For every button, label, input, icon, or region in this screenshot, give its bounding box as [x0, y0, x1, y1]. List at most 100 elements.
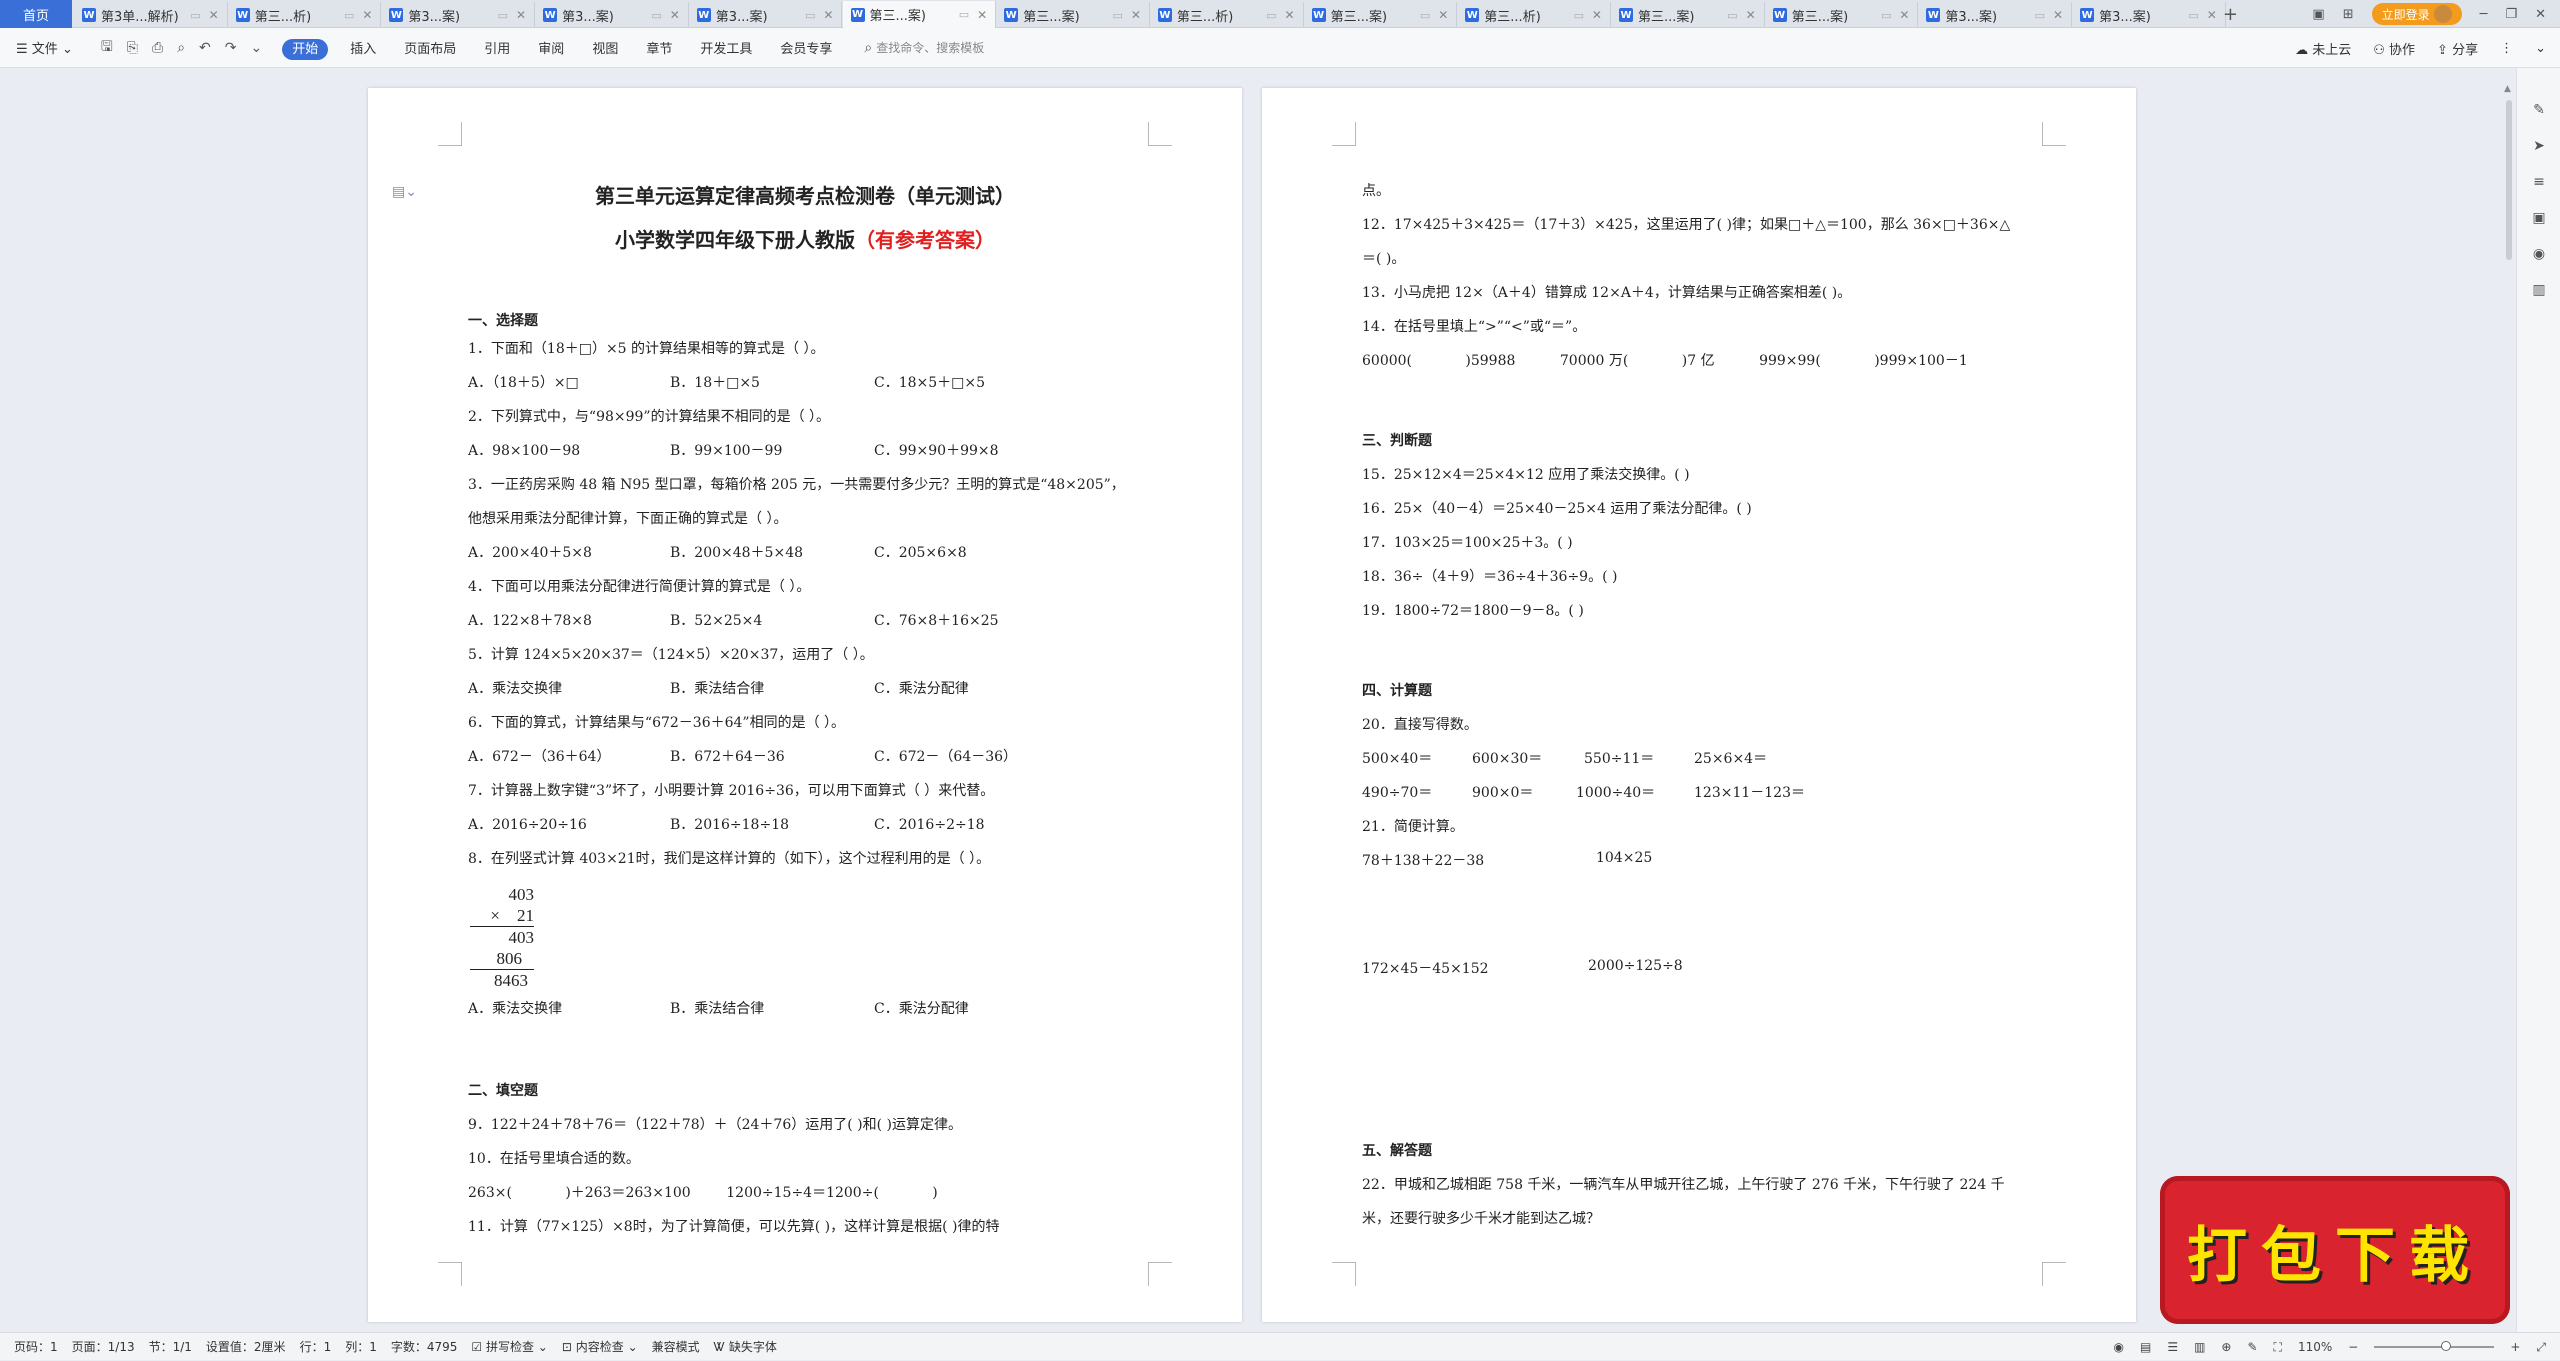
document-tab[interactable]: W 第三...析) ▭ ✕ [228, 2, 382, 28]
share-button[interactable]: ⇪ 分享 [2437, 39, 2478, 58]
close-window-icon[interactable]: ✕ [2535, 7, 2546, 22]
document-tab[interactable]: W 第3单...解析) ▭ ✕ [74, 2, 228, 28]
undo-icon[interactable]: ↶ [199, 40, 211, 56]
cursor-icon[interactable]: ➤ [2531, 138, 2547, 154]
tab-cloud-icon[interactable]: ▭ [1574, 9, 1584, 22]
document-tab[interactable]: W 第三...案) ▭ ✕ [996, 2, 1150, 28]
fit-icon[interactable]: ⛶ [2274, 1340, 2282, 1355]
tab-close-icon[interactable]: ✕ [1131, 8, 1141, 22]
tab-cloud-icon[interactable]: ▭ [1881, 9, 1891, 22]
tab-cloud-icon[interactable]: ▭ [1420, 9, 1430, 22]
tab-close-icon[interactable]: ✕ [1746, 8, 1756, 22]
eye-icon[interactable]: ◉ [2113, 1340, 2123, 1354]
new-tab-button[interactable]: + [2223, 4, 2238, 25]
tab-close-icon[interactable]: ✕ [1285, 8, 1295, 22]
print-icon[interactable]: ⎙ [152, 40, 163, 56]
tab-cloud-icon[interactable]: ▭ [344, 9, 354, 22]
document-tab[interactable]: W 第3...案) ▭ ✕ [535, 2, 689, 28]
zoom-level[interactable]: 110% [2298, 1340, 2332, 1354]
document-page-2[interactable]: 点。 12．17×425＋3×425＝（17＋3）×425，这里运用了( )律；… [1262, 88, 2136, 1322]
tab-cloud-icon[interactable]: ▭ [651, 9, 661, 22]
collapse-ribbon-icon[interactable]: ⌄ [2535, 41, 2546, 56]
book-icon[interactable]: ▥ [2531, 282, 2547, 298]
status-words[interactable]: 字数：4795 [391, 1338, 458, 1355]
tab-close-icon[interactable]: ✕ [977, 8, 987, 22]
ribbon-tab[interactable]: 审阅 [538, 42, 564, 57]
page-view-icon[interactable]: ▤ [2140, 1340, 2151, 1354]
restore-icon[interactable]: ❐ [2505, 7, 2517, 22]
more-options-icon[interactable]: ⋮ [2500, 41, 2513, 56]
scrollbar-thumb[interactable] [2506, 100, 2512, 260]
tab-close-icon[interactable]: ✕ [516, 8, 526, 22]
cloud-status[interactable]: ☁ 未上云 [2295, 39, 2351, 58]
read-view-icon[interactable]: ▥ [2194, 1340, 2205, 1354]
outline-view-icon[interactable]: ☰ [2167, 1340, 2178, 1354]
ribbon-tab[interactable]: 引用 [484, 42, 510, 57]
tab-cloud-icon[interactable]: ▭ [959, 8, 969, 21]
tab-close-icon[interactable]: ✕ [362, 8, 372, 22]
location-icon[interactable]: ◉ [2531, 246, 2547, 262]
document-tab[interactable]: W 第3...案) ▭ ✕ [1918, 2, 2073, 28]
document-tab[interactable]: W 第三...析) ▭ ✕ [1150, 2, 1304, 28]
window-count-icon[interactable]: ▣ [2312, 7, 2324, 22]
image-icon[interactable]: ▣ [2531, 210, 2547, 226]
spell-check-toggle[interactable]: ☑ 拼写检查 ⌄ [471, 1338, 547, 1355]
tab-close-icon[interactable]: ✕ [2053, 8, 2063, 22]
missing-font-button[interactable]: Ꮤ 缺失字体 [714, 1338, 777, 1355]
write-view-icon[interactable]: ✎ [2247, 1340, 2257, 1354]
document-tab[interactable]: W 第3...案) ▭ ✕ [689, 2, 843, 28]
zoom-slider[interactable] [2374, 1341, 2495, 1351]
scroll-up-icon[interactable]: ▲ [2504, 84, 2511, 94]
tab-close-icon[interactable]: ✕ [209, 8, 219, 22]
ribbon-tab[interactable]: 开始 [282, 39, 329, 60]
document-tab[interactable]: W 第三...案) ▭ ✕ [1765, 2, 1919, 28]
tab-cloud-icon[interactable]: ▭ [498, 9, 508, 22]
tab-close-icon[interactable]: ✕ [1438, 8, 1448, 22]
document-tab[interactable]: W 第3...案) ▭ ✕ [2072, 2, 2226, 28]
tab-close-icon[interactable]: ✕ [2207, 8, 2217, 22]
redo-icon[interactable]: ↷ [225, 40, 237, 56]
tab-close-icon[interactable]: ✕ [670, 8, 680, 22]
export-icon[interactable]: ⎘ [127, 40, 138, 56]
tab-close-icon[interactable]: ✕ [1899, 8, 1909, 22]
more-icon[interactable]: ⌄ [251, 40, 263, 56]
preview-icon[interactable]: ⌕ [177, 40, 185, 56]
tab-cloud-icon[interactable]: ▭ [805, 9, 815, 22]
tab-cloud-icon[interactable]: ▭ [2035, 9, 2045, 22]
login-button[interactable]: 立即登录 [2371, 3, 2462, 25]
ribbon-tab[interactable]: 会员专享 [780, 42, 832, 57]
zoom-out-button[interactable]: − [2348, 1340, 2358, 1354]
adjust-icon[interactable]: ≡ [2531, 174, 2547, 190]
tab-cloud-icon[interactable]: ▭ [2188, 9, 2198, 22]
tab-cloud-icon[interactable]: ▭ [190, 9, 200, 22]
tab-cloud-icon[interactable]: ▭ [1112, 9, 1122, 22]
document-tab[interactable]: W 第三...案) ▭ ✕ [1611, 2, 1765, 28]
tab-cloud-icon[interactable]: ▭ [1727, 9, 1737, 22]
collab-button[interactable]: ⚇ 协作 [2373, 39, 2415, 58]
document-page-1[interactable]: ▤⌄ 第三单元运算定律高频考点检测卷（单元测试） 小学数学四年级下册人教版（有参… [368, 88, 1242, 1322]
document-tab[interactable]: W 第三...析) ▭ ✕ [1457, 2, 1611, 28]
search-input[interactable]: 查找命令、搜索模板 [876, 39, 984, 56]
tab-close-icon[interactable]: ✕ [823, 8, 833, 22]
ribbon-tab[interactable]: 视图 [592, 42, 618, 57]
document-tab[interactable]: W 第三...案) ▭ ✕ [842, 1, 997, 28]
zoom-in-button[interactable]: + [2510, 1340, 2520, 1354]
home-tab[interactable]: 首页 [0, 0, 72, 28]
document-tab[interactable]: W 第3...案) ▭ ✕ [381, 2, 536, 28]
document-tab[interactable]: W 第三...案) ▭ ✕ [1304, 2, 1458, 28]
minimize-icon[interactable]: ─ [2480, 7, 2488, 22]
zoom-slider-knob[interactable] [2441, 1341, 2452, 1351]
tab-close-icon[interactable]: ✕ [1592, 8, 1602, 22]
save-icon[interactable]: 🖫 [101, 36, 113, 60]
hamburger-icon[interactable]: ☰ 文件 ⌄ [16, 38, 73, 57]
ribbon-tab[interactable]: 开发工具 [700, 42, 752, 57]
ribbon-tab[interactable]: 章节 [646, 42, 672, 57]
pen-icon[interactable]: ✎ [2531, 102, 2547, 118]
ribbon-tab[interactable]: 页面布局 [404, 42, 456, 57]
grid-icon[interactable]: ⊞ [2343, 7, 2354, 22]
ribbon-tab[interactable]: 插入 [350, 42, 376, 57]
download-package-badge[interactable]: 打包下载 [2160, 1176, 2510, 1324]
fullscreen-icon[interactable]: ⤢ [2536, 1340, 2546, 1355]
status-pages[interactable]: 页面：1/13 [72, 1338, 135, 1355]
vertical-scrollbar[interactable]: ▲ [2504, 84, 2514, 1324]
